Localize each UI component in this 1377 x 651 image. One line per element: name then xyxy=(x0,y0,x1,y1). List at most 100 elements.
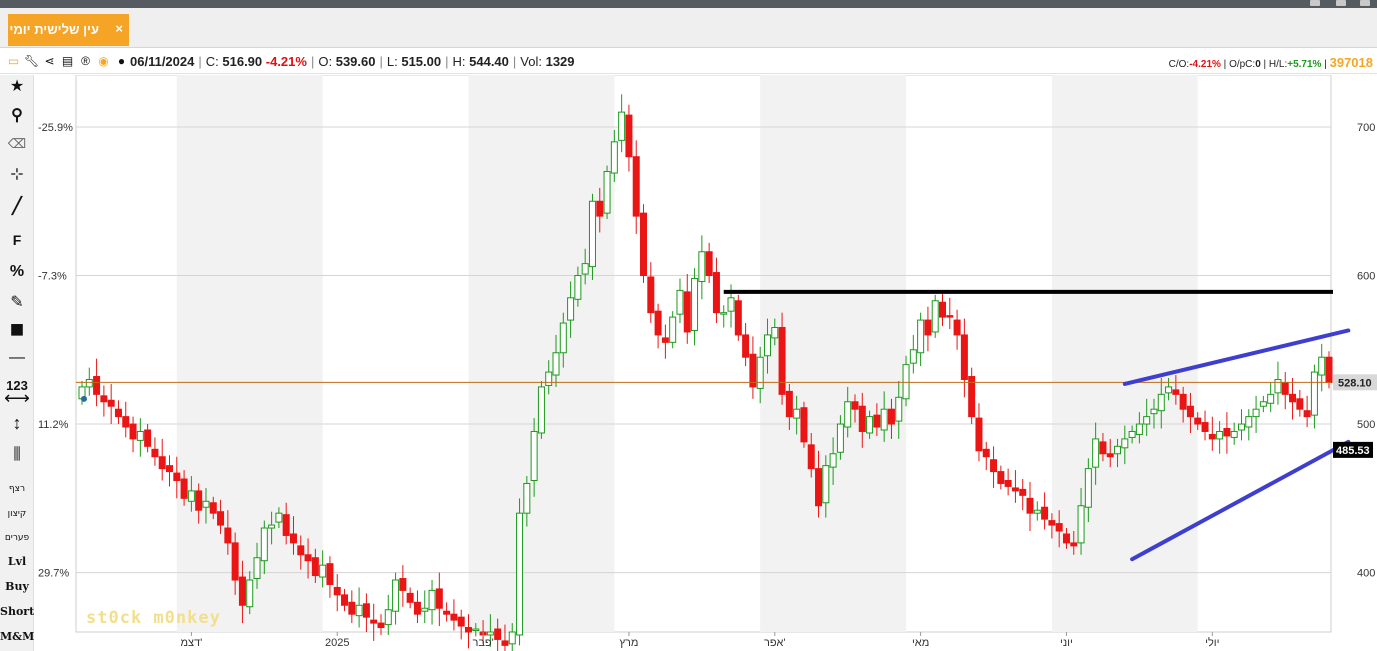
fibonacci-icon[interactable]: F xyxy=(0,229,34,251)
window-menu-icon[interactable] xyxy=(1310,0,1320,6)
close-value: 516.90 xyxy=(222,54,263,69)
candle-body xyxy=(982,448,990,458)
crosshair-icon[interactable]: ⊹ xyxy=(0,164,34,186)
drawing-toolbar: ★ ⚲ ⌫ ⊹ ╱ F % ✎ ■ — 123 ⟷ ↕ ⫼ רצף קיצון … xyxy=(0,75,34,651)
target-icon[interactable]: ◉ xyxy=(96,54,111,69)
infobar-icons: ▭ 🔧︎ ⋖ ▤ ® ◉ ● xyxy=(6,53,129,69)
horizontal-line-icon[interactable]: — xyxy=(0,347,34,369)
candle-body xyxy=(545,371,553,386)
candle-body xyxy=(450,613,458,621)
candle-body xyxy=(224,527,232,544)
candle-body xyxy=(990,459,998,473)
candle-body xyxy=(1106,453,1114,458)
favorite-star-icon[interactable]: ★ xyxy=(0,76,34,98)
candle-body xyxy=(1194,417,1202,425)
candle-body xyxy=(268,524,276,529)
candle-body xyxy=(807,444,815,470)
candle-body xyxy=(887,408,895,425)
buy-button[interactable]: Buy xyxy=(0,576,34,598)
eraser-icon[interactable]: ⌫ xyxy=(0,133,34,155)
candle-body xyxy=(1004,479,1012,487)
candle-body xyxy=(800,407,808,443)
candle-body xyxy=(304,554,312,562)
x-tick-label: מאי xyxy=(912,637,929,649)
candlestick-chart[interactable]: 400 29.7% 500 11.2% 600 -7.3% 700 -25.9% דצמ' 202… xyxy=(35,75,1377,651)
lvl-button[interactable]: Lvl xyxy=(0,551,34,573)
chart-tab-label: עין שלישית יומי xyxy=(9,22,99,37)
candle-body xyxy=(253,557,261,580)
candle-body xyxy=(1216,430,1224,440)
excel-icon[interactable]: ▤ xyxy=(60,54,75,69)
candle-body xyxy=(1019,488,1027,496)
opc-label: O/pC: xyxy=(1229,59,1256,70)
candle-body xyxy=(917,319,925,354)
search-icon[interactable]: ⚲ xyxy=(0,105,34,127)
candle-body xyxy=(946,315,954,318)
candle-body xyxy=(727,297,735,312)
short-button[interactable]: Short xyxy=(0,601,34,623)
candle-body xyxy=(443,610,451,615)
candle-body xyxy=(523,482,531,514)
candle-body xyxy=(494,628,502,640)
window-icon[interactable]: ▭ xyxy=(6,54,21,69)
edit-icon[interactable]: ✎ xyxy=(0,292,34,314)
candle-body xyxy=(1143,416,1151,425)
window-restore-icon[interactable] xyxy=(1336,0,1346,6)
candle-body xyxy=(1165,386,1173,394)
candle-body xyxy=(428,589,436,611)
trendline-icon[interactable]: ╱ xyxy=(0,196,34,218)
candle-body xyxy=(1274,378,1282,394)
reference-price-label: 528.10 xyxy=(1338,377,1372,389)
close-tab-icon[interactable]: × xyxy=(115,21,123,36)
candle-body xyxy=(311,557,319,577)
x-tick-label: יולי xyxy=(1205,636,1219,649)
chart-tab[interactable]: עין שלישית יומי × xyxy=(8,14,129,46)
candle-body xyxy=(136,430,144,441)
measure-horizontal-icon[interactable]: ⟷ xyxy=(0,387,34,409)
candle-body xyxy=(632,156,640,217)
candle-body xyxy=(720,312,728,315)
candle-body xyxy=(742,334,750,358)
candle-body xyxy=(669,316,677,343)
hl-label: H/L: xyxy=(1268,59,1288,70)
candle-body xyxy=(1223,428,1231,437)
candle-body xyxy=(836,423,844,453)
kitzun-button[interactable]: קיצון xyxy=(0,503,34,525)
rezef-button[interactable]: רצף xyxy=(0,478,34,500)
candle-body xyxy=(1011,487,1019,492)
mm-button[interactable]: M&M xyxy=(0,626,34,648)
measure-vertical-icon[interactable]: ↕ xyxy=(0,412,34,434)
paarim-button[interactable]: פערים xyxy=(0,527,34,549)
candle-body xyxy=(698,251,706,282)
window-close-icon[interactable] xyxy=(1360,0,1370,6)
candle-body xyxy=(501,640,509,646)
candles-icon[interactable]: ⫼ xyxy=(0,444,34,466)
candle-body xyxy=(902,364,910,400)
candle-body xyxy=(552,352,560,376)
share-icon[interactable]: ⋖ xyxy=(42,54,57,69)
candle-body xyxy=(151,448,159,458)
candle-body xyxy=(238,576,246,606)
color-swatch-icon[interactable]: ■ xyxy=(0,318,34,342)
open-value: 539.60 xyxy=(335,54,376,69)
candle-body xyxy=(413,601,421,615)
candle-body xyxy=(1289,393,1297,403)
low-value: 515.00 xyxy=(401,54,442,69)
candle-body xyxy=(866,416,874,434)
quote-info-bar: ▭ 🔧︎ ⋖ ▤ ® ◉ ● 06/11/2024 | C: 516.90 -4.2… xyxy=(0,49,1377,74)
candle-body xyxy=(1048,520,1056,526)
percent-tick-label: 29.7% xyxy=(38,568,69,580)
opc-value: 0 xyxy=(1255,59,1261,70)
candle-body xyxy=(574,275,582,300)
wrench-icon[interactable]: 🔧︎ xyxy=(24,54,39,69)
registered-icon[interactable]: ® xyxy=(78,54,93,69)
candle-body xyxy=(1150,408,1158,415)
price-tick-label: 700 xyxy=(1357,122,1375,134)
comment-icon[interactable]: ● xyxy=(114,54,129,69)
x-tick-label: מרץ xyxy=(619,637,638,649)
candle-body xyxy=(610,141,618,174)
percent-icon[interactable]: % xyxy=(0,261,34,283)
candle-body xyxy=(85,378,93,388)
candle-body xyxy=(384,609,392,626)
candle-body xyxy=(93,376,101,395)
